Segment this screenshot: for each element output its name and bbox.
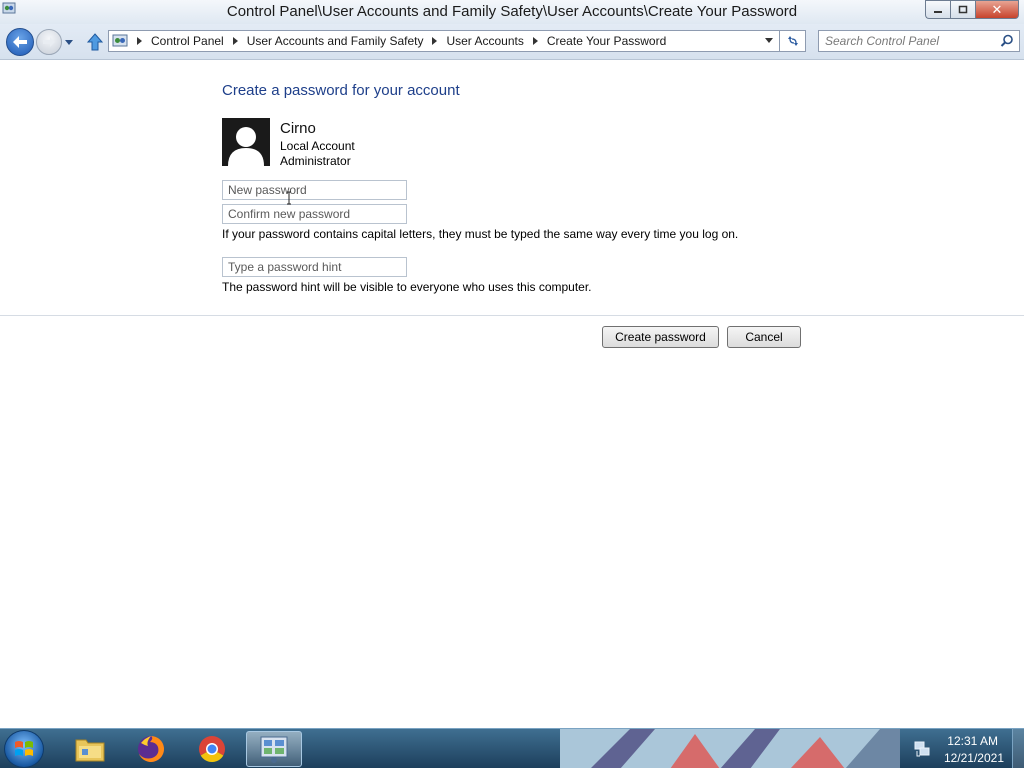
breadcrumb-user-accounts-family-safety[interactable]: User Accounts and Family Safety <box>247 34 424 48</box>
main-content: Create a password for your account Cirno… <box>0 61 1024 728</box>
address-dropdown-icon[interactable] <box>765 38 773 43</box>
breadcrumb-separator-icon[interactable] <box>432 37 438 45</box>
maximize-icon <box>958 5 968 14</box>
search-icon[interactable] <box>1000 34 1014 48</box>
taskbar-windows-explorer[interactable] <box>62 731 118 767</box>
windows-logo-icon <box>15 741 33 756</box>
refresh-button[interactable] <box>780 30 806 52</box>
taskbar-firefox[interactable] <box>123 731 179 767</box>
back-button[interactable] <box>6 28 34 56</box>
address-bar[interactable]: Control Panel User Accounts and Family S… <box>108 30 780 52</box>
close-button[interactable]: ✕ <box>975 0 1019 19</box>
cancel-button[interactable]: Cancel <box>727 326 801 348</box>
up-arrow-icon[interactable] <box>86 33 104 51</box>
page-title: Create a password for your account <box>222 82 460 99</box>
maximize-button[interactable] <box>950 0 975 19</box>
taskbar: 12:31 AM 12/21/2021 <box>0 728 1024 768</box>
start-button[interactable] <box>4 730 44 768</box>
windows-explorer-icon <box>75 739 105 762</box>
breadcrumb-control-panel[interactable]: Control Panel <box>151 34 224 48</box>
chrome-icon <box>199 736 225 763</box>
user-avatar <box>222 118 270 166</box>
taskbar-control-panel[interactable] <box>246 731 302 767</box>
back-arrow-icon <box>13 36 27 48</box>
search-box[interactable] <box>818 30 1020 52</box>
user-name: Cirno <box>280 120 316 137</box>
clock-date[interactable]: 12/21/2021 <box>944 751 1004 765</box>
minimize-button[interactable] <box>925 0 950 19</box>
breadcrumb-separator-icon[interactable] <box>232 37 238 45</box>
new-password-field[interactable] <box>222 180 407 200</box>
window-title: Control Panel\User Accounts and Family S… <box>226 3 798 20</box>
forward-button[interactable] <box>36 29 62 55</box>
divider <box>0 315 1024 316</box>
window-title-bar[interactable]: Control Panel\User Accounts and Family S… <box>0 0 1024 24</box>
breadcrumb-create-your-password[interactable]: Create Your Password <box>547 34 666 48</box>
navigation-bar: Control Panel User Accounts and Family S… <box>0 24 1024 60</box>
create-password-button[interactable]: Create password <box>602 326 719 348</box>
show-desktop-button[interactable] <box>1012 729 1024 768</box>
firefox-icon <box>138 736 164 762</box>
network-icon[interactable] <box>913 740 931 758</box>
close-icon: ✕ <box>991 1 1003 17</box>
control-panel-icon <box>112 34 128 47</box>
capitals-note: If your password contains capital letter… <box>222 227 739 241</box>
control-panel-icon <box>260 736 288 763</box>
password-hint-field[interactable] <box>222 257 407 277</box>
taskbar-chrome[interactable] <box>184 731 240 767</box>
clock-time[interactable]: 12:31 AM <box>947 734 998 748</box>
text-cursor-icon <box>287 191 291 205</box>
account-role: Administrator <box>280 154 351 168</box>
breadcrumb-user-accounts[interactable]: User Accounts <box>446 34 523 48</box>
refresh-icon <box>787 36 798 46</box>
account-type: Local Account <box>280 139 355 153</box>
confirm-password-field[interactable] <box>222 204 407 224</box>
system-tray: 12:31 AM 12/21/2021 <box>904 729 1024 768</box>
search-input[interactable] <box>819 31 989 51</box>
desktop-wallpaper-fragment <box>560 729 900 768</box>
breadcrumb: Control Panel User Accounts and Family S… <box>128 34 666 48</box>
breadcrumb-separator-icon[interactable] <box>532 37 538 45</box>
minimize-icon <box>934 10 942 13</box>
hint-visibility-note: The password hint will be visible to eve… <box>222 280 592 294</box>
forward-arrow-icon <box>43 37 55 47</box>
breadcrumb-separator-icon[interactable] <box>137 37 142 45</box>
user-silhouette-icon <box>222 118 270 166</box>
recent-pages-dropdown-icon[interactable] <box>64 37 74 47</box>
